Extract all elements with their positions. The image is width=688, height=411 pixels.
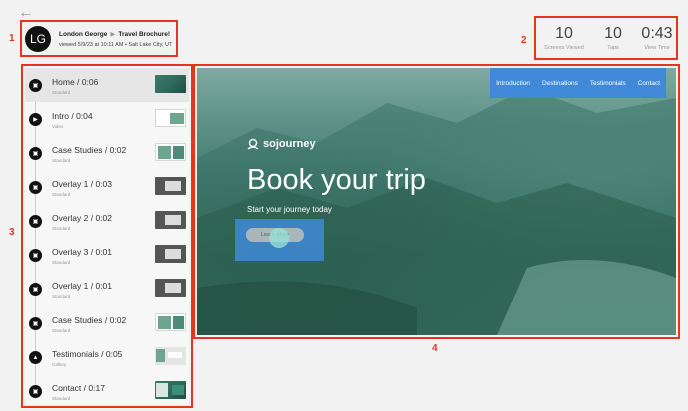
screen-item-overlay-1-repeat[interactable]: ▣ Overlay 1 / 0:01 Standard <box>25 272 189 306</box>
presentation-name: Travel Brochure! <box>118 31 171 38</box>
marker-3: 3 <box>9 227 15 238</box>
screen-item-type: Gallery <box>52 362 67 367</box>
screen-item-title: Case Studies / 0:02 <box>52 145 127 155</box>
screen-thumbnail <box>155 143 186 161</box>
screen-item-type: Standard <box>52 226 71 231</box>
screen-thumbnail <box>155 177 186 195</box>
screen-item-case-studies-repeat[interactable]: ▣ Case Studies / 0:02 Standard <box>25 306 189 340</box>
marker-4: 4 <box>432 343 438 354</box>
viewer-title: London George ▶ Travel Brochure! <box>59 30 170 38</box>
screen-item-contact[interactable]: ▣ Contact / 0:17 Standard <box>25 374 189 404</box>
screen-item-type: Standard <box>52 158 71 163</box>
screen-item-type: Standard <box>52 328 71 333</box>
stat-value: 10 <box>555 25 573 42</box>
play-arrow-icon: ▶ <box>110 31 116 38</box>
screen-thumbnail <box>155 347 186 365</box>
preview-nav: Introduction Destinations Testimonials C… <box>490 68 666 98</box>
screen-item-type: Standard <box>52 90 71 95</box>
screen-item-overlay-3[interactable]: ▣ Overlay 3 / 0:01 Standard <box>25 238 189 272</box>
brand-name: sojourney <box>263 138 316 150</box>
screen-icon: ▣ <box>29 147 42 160</box>
gallery-icon: ▲ <box>29 351 42 364</box>
stat-label: Taps <box>607 45 619 51</box>
screen-thumbnail <box>155 75 186 93</box>
user-name: London George <box>59 31 108 38</box>
screen-item-type: Standard <box>52 260 71 265</box>
screen-icon: ▣ <box>29 249 42 262</box>
screen-item-title: Overlay 2 / 0:02 <box>52 213 113 223</box>
screen-item-type: Video <box>52 124 64 129</box>
nav-testimonials[interactable]: Testimonials <box>590 80 626 87</box>
screen-item-title: Home / 0:06 <box>52 77 99 87</box>
brand-logo: sojourney <box>247 138 316 150</box>
screens-sidebar[interactable]: ▣ Home / 0:06 Standard ▶ Intro / 0:04 Vi… <box>25 66 189 404</box>
stat-view-time: 0:43 View Time <box>632 25 682 51</box>
screen-thumbnail <box>155 313 186 331</box>
stat-value: 10 <box>604 25 622 42</box>
marker-1: 1 <box>9 33 15 44</box>
screen-item-intro[interactable]: ▶ Intro / 0:04 Video <box>25 102 189 136</box>
screen-item-title: Contact / 0:17 <box>52 383 105 393</box>
screen-item-overlay-1[interactable]: ▣ Overlay 1 / 0:03 Standard <box>25 170 189 204</box>
screen-thumbnail <box>155 381 186 399</box>
screen-item-overlay-2[interactable]: ▣ Overlay 2 / 0:02 Standard <box>25 204 189 238</box>
screen-icon: ▣ <box>29 283 42 296</box>
screen-thumbnail <box>155 279 186 297</box>
stat-label: View Time <box>644 45 670 51</box>
mountain-background <box>197 88 676 335</box>
stat-label: Screens Viewed <box>544 45 584 51</box>
nav-destinations[interactable]: Destinations <box>542 80 578 87</box>
screen-icon: ▣ <box>29 79 42 92</box>
location-pin-icon <box>247 138 259 150</box>
screen-thumbnail <box>155 109 186 127</box>
screen-item-type: Standard <box>52 192 71 197</box>
screen-preview: Introduction Destinations Testimonials C… <box>197 68 676 335</box>
screen-item-case-studies[interactable]: ▣ Case Studies / 0:02 Standard <box>25 136 189 170</box>
stat-screens-viewed: 10 Screens Viewed <box>539 25 589 51</box>
screen-item-title: Overlay 1 / 0:01 <box>52 281 113 291</box>
screen-icon: ▣ <box>29 181 42 194</box>
screen-item-type: Standard <box>52 294 71 299</box>
hero-subheadline: Start your journey today <box>247 205 332 214</box>
screen-item-type: Standard <box>52 396 71 401</box>
screen-icon: ▣ <box>29 385 42 398</box>
screen-icon: ▣ <box>29 317 42 330</box>
screen-item-title: Case Studies / 0:02 <box>52 315 127 325</box>
screen-item-title: Intro / 0:04 <box>52 111 93 121</box>
stat-value: 0:43 <box>641 25 673 42</box>
viewed-info: viewed 5/9/23 at 10:11 AM • Salt Lake Ci… <box>59 42 173 48</box>
screen-thumbnail <box>155 211 186 229</box>
play-icon: ▶ <box>29 113 42 126</box>
stat-taps: 10 Taps <box>588 25 638 51</box>
nav-contact[interactable]: Contact <box>638 80 660 87</box>
screen-item-title: Overlay 3 / 0:01 <box>52 247 113 257</box>
avatar: LG <box>25 26 51 52</box>
screen-item-title: Overlay 1 / 0:03 <box>52 179 113 189</box>
screen-item-home[interactable]: ▣ Home / 0:06 Standard <box>25 68 189 102</box>
screen-thumbnail <box>155 245 186 263</box>
nav-introduction[interactable]: Introduction <box>496 80 530 87</box>
marker-2: 2 <box>521 35 527 46</box>
hero-headline: Book your trip <box>247 164 426 196</box>
screen-item-title: Testimonials / 0:05 <box>52 349 123 359</box>
screen-icon: ▣ <box>29 215 42 228</box>
tap-indicator <box>269 228 289 248</box>
screen-item-testimonials[interactable]: ▲ Testimonials / 0:05 Gallery <box>25 340 189 374</box>
